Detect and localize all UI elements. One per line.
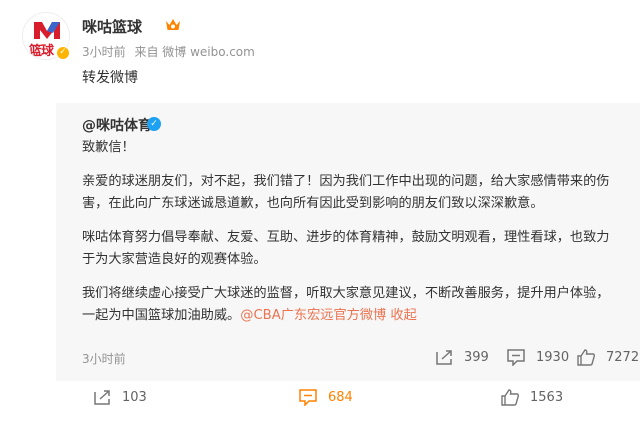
avatar-text: 篮球 (29, 44, 54, 59)
post-source: 来自 微博 weibo.com (134, 45, 255, 59)
original-like-count: 7272 (606, 349, 640, 365)
verified-badge-icon: ✓ (147, 117, 161, 131)
author-name[interactable]: 咪咕篮球 (82, 16, 142, 37)
comment-icon (299, 389, 317, 406)
collapse-link[interactable]: 收起 (390, 308, 416, 323)
like-button[interactable]: 1563 (500, 388, 563, 406)
original-paragraph: 致歉信！ (82, 140, 135, 155)
original-like-button[interactable]: 7272 (576, 348, 639, 366)
repost-icon (436, 350, 452, 365)
original-footer: 3小时前 399 1930 7272 (82, 348, 639, 368)
migu-logo-icon (34, 22, 60, 39)
post-header: 篮球 ✓ 咪咕篮球 3小时前 来自 微博 weibo.com (22, 12, 622, 68)
original-body: 致歉信！ 亲爱的球迷朋友们，对不起，我们错了！因为我们工作中出现的问题，给大家感… (82, 137, 622, 339)
original-time[interactable]: 3小时前 (82, 350, 126, 367)
original-comment-count: 1930 (536, 349, 570, 365)
comment-icon (507, 349, 525, 366)
original-paragraph: 咪咕体育努力倡导奉献、友爱、互助、进步的体育精神，鼓励文明观看，理性看球，也致力… (82, 230, 610, 267)
comment-count: 684 (328, 389, 353, 405)
mention-link[interactable]: @CBA广东宏远官方微博 (240, 308, 386, 323)
comment-button[interactable]: 684 (298, 388, 353, 406)
vip-crown-icon[interactable] (165, 17, 181, 31)
original-repost-count: 399 (464, 349, 489, 365)
verified-badge-icon: ✓ (56, 46, 70, 60)
repost-button[interactable]: 103 (92, 388, 147, 406)
repost-text: 转发微博 (82, 70, 138, 86)
retweet-card: @咪咕体育 ✓ 致歉信！ 亲爱的球迷朋友们，对不起，我们错了！因为我们工作中出现… (56, 103, 640, 381)
original-paragraph-last: 我们将继续虚心接受广大球迷的监督，听取大家意见建议，不断改善服务，提升用户体验，… (82, 283, 622, 327)
repost-icon (94, 390, 110, 405)
post-time[interactable]: 3小时前 (82, 45, 126, 59)
post-meta: 3小时前 来自 微博 weibo.com (82, 43, 260, 60)
thumbs-up-icon (577, 349, 595, 366)
post-action-bar: 103 684 1563 (0, 388, 640, 418)
thumbs-up-icon (501, 389, 519, 406)
original-comment-button[interactable]: 1930 (506, 348, 569, 366)
repost-count: 103 (122, 389, 147, 405)
like-count: 1563 (530, 389, 564, 405)
original-repost-button[interactable]: 399 (434, 348, 489, 366)
original-author[interactable]: @咪咕体育 (82, 115, 152, 135)
original-paragraph: 亲爱的球迷朋友们，对不起，我们错了！因为我们工作中出现的问题，给大家感情带来的伤… (82, 174, 610, 211)
